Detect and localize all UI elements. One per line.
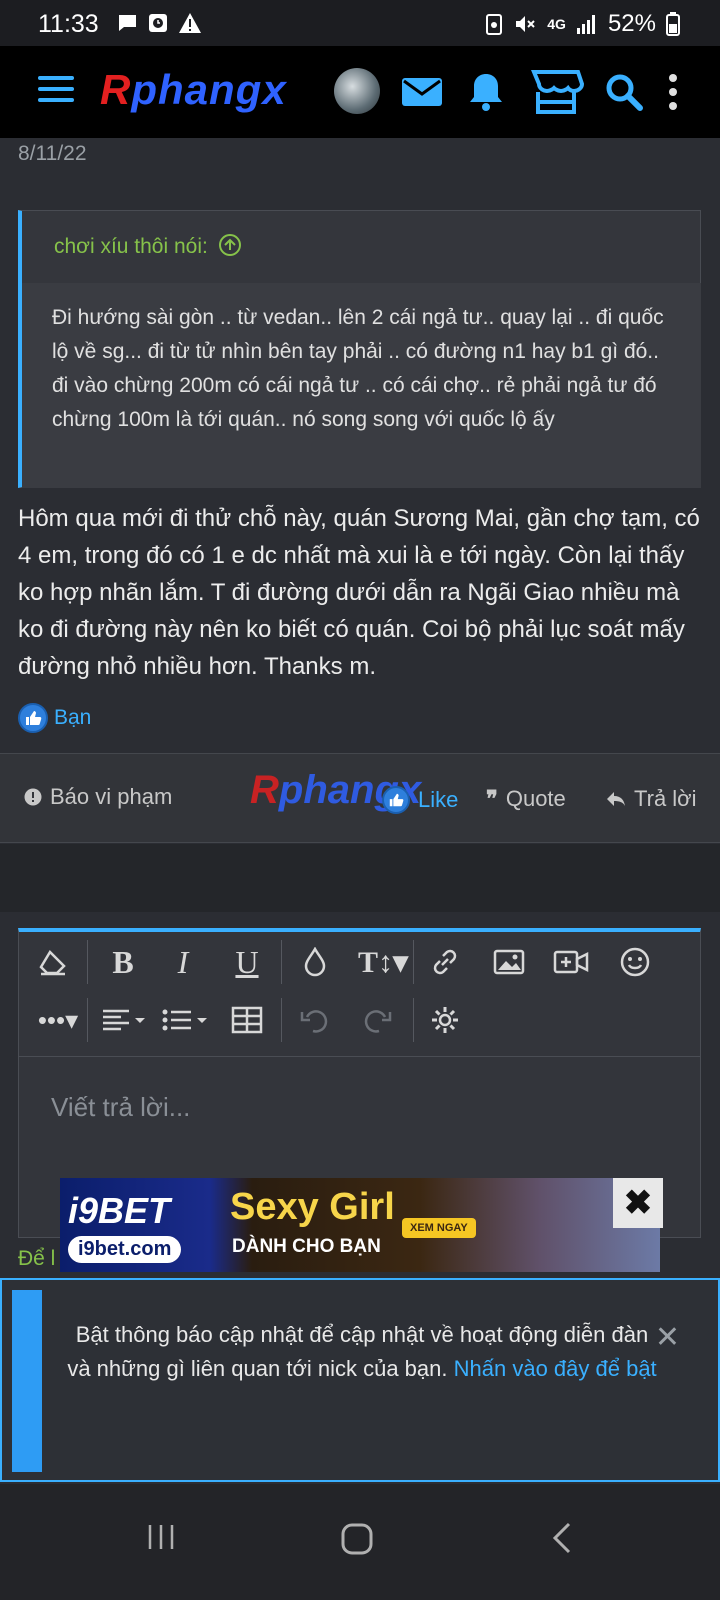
- more-vertical-icon[interactable]: [664, 68, 682, 116]
- avatar[interactable]: [334, 68, 380, 114]
- warning-icon: [179, 13, 201, 33]
- quote-block: chơi xíu thôi nói: Đi hướng sài gòn .. t…: [18, 210, 701, 488]
- ad-close-button[interactable]: ✖: [613, 1178, 663, 1228]
- enable-notifications-link[interactable]: Nhấn vào đây để bật: [454, 1356, 657, 1381]
- quote-icon: ❞: [486, 786, 498, 811]
- post-date[interactable]: 8/11/22: [18, 142, 87, 166]
- post-actions: Báo vi phạm Rphangx Like ❞ Quote Trả lời: [0, 753, 720, 843]
- table-icon[interactable]: [229, 1002, 265, 1038]
- quote-header[interactable]: chơi xíu thôi nói:: [22, 211, 700, 279]
- notification-prompt: Bật thông báo cập nhật để cập nhật về ho…: [0, 1278, 720, 1482]
- post-body: Hôm qua mới đi thử chỗ này, quán Sương M…: [18, 505, 700, 680]
- mute-icon: [516, 16, 535, 32]
- link-icon[interactable]: [427, 944, 463, 980]
- italic-icon[interactable]: I: [165, 944, 201, 980]
- list-icon[interactable]: [161, 1002, 211, 1038]
- status-notification-icons: [116, 12, 202, 34]
- ad-subtitle: DÀNH CHO BẠN: [232, 1236, 381, 1257]
- settings-icon[interactable]: [427, 1002, 463, 1038]
- search-icon[interactable]: [600, 68, 648, 116]
- color-drop-icon[interactable]: [297, 944, 333, 980]
- reply-input[interactable]: Viết trả lời...: [51, 1092, 190, 1123]
- notice-accent-bar: [12, 1290, 42, 1472]
- store-icon[interactable]: [528, 68, 584, 116]
- battery-icon: [666, 12, 680, 36]
- more-options-icon[interactable]: •••▾: [33, 1002, 83, 1038]
- home-icon[interactable]: [340, 1522, 374, 1556]
- network-type: 4G: [547, 16, 566, 32]
- video-icon[interactable]: [553, 944, 589, 980]
- close-icon[interactable]: ✕: [655, 1320, 680, 1355]
- alert-icon: [24, 788, 42, 806]
- recent-apps-icon[interactable]: [146, 1522, 176, 1552]
- reaction-bar[interactable]: Bạn: [18, 703, 91, 733]
- like-button[interactable]: Like: [382, 786, 458, 814]
- app-header: Rphangx: [0, 46, 720, 138]
- notice-text: Bật thông báo cập nhật để cập nhật về ho…: [67, 1322, 657, 1381]
- ad-title: Sexy Girl: [230, 1186, 395, 1228]
- reply-button[interactable]: Trả lời: [606, 786, 697, 812]
- quote-button[interactable]: ❞ Quote: [486, 786, 566, 812]
- ad-site: i9bet.com: [68, 1236, 182, 1263]
- signal-icon: [576, 15, 595, 34]
- toolbar-divider: [19, 1056, 700, 1057]
- status-bar: 11:33 4G 52%: [0, 0, 720, 46]
- align-icon[interactable]: [101, 1002, 149, 1038]
- ad-brand: i9BET: [68, 1190, 171, 1231]
- arrow-up-circle-icon[interactable]: [218, 233, 242, 257]
- thumbs-up-icon: [18, 703, 48, 733]
- eraser-icon[interactable]: [35, 944, 71, 980]
- redo-icon[interactable]: [359, 1002, 395, 1038]
- quote-author: chơi xíu thôi nói:: [54, 235, 208, 258]
- underline-icon[interactable]: U: [229, 944, 265, 980]
- thumbs-up-icon: [382, 786, 410, 814]
- font-size-icon[interactable]: T↕▾: [357, 944, 409, 980]
- ad-cta-button[interactable]: XEM NGAY: [402, 1218, 476, 1238]
- battery-saver-icon: [486, 14, 503, 35]
- report-button[interactable]: Báo vi phạm: [24, 784, 172, 810]
- bell-icon[interactable]: [462, 68, 510, 116]
- message-icon: [118, 15, 136, 31]
- site-logo[interactable]: Rphangx: [100, 66, 287, 114]
- battery-level: 52%: [607, 10, 656, 37]
- editor-toolbar-row-2: •••▾: [19, 990, 702, 1050]
- reply-icon: [607, 792, 625, 806]
- back-icon[interactable]: [552, 1522, 572, 1554]
- image-icon[interactable]: [491, 944, 527, 980]
- mail-icon[interactable]: [398, 68, 446, 116]
- system-nav-bar: [0, 1484, 720, 1600]
- bold-icon[interactable]: B: [105, 944, 141, 980]
- quote-text: Đi hướng sài gòn .. từ vedan.. lên 2 cái…: [22, 283, 701, 488]
- ad-banner[interactable]: i9BET i9bet.com Sexy Girl DÀNH CHO BẠN X…: [60, 1178, 660, 1272]
- editor-footer-text[interactable]: Để l: [18, 1247, 55, 1271]
- emoji-icon[interactable]: [617, 944, 653, 980]
- editor-toolbar-row-1: B I U T↕▾: [19, 932, 702, 992]
- status-system-icons: 4G 52%: [485, 10, 680, 38]
- status-time: 11:33: [38, 10, 99, 38]
- reaction-user[interactable]: Bạn: [54, 706, 91, 730]
- undo-icon[interactable]: [297, 1002, 333, 1038]
- clock-app-icon: [149, 14, 167, 32]
- section-divider: [0, 844, 720, 912]
- menu-button[interactable]: [38, 76, 74, 106]
